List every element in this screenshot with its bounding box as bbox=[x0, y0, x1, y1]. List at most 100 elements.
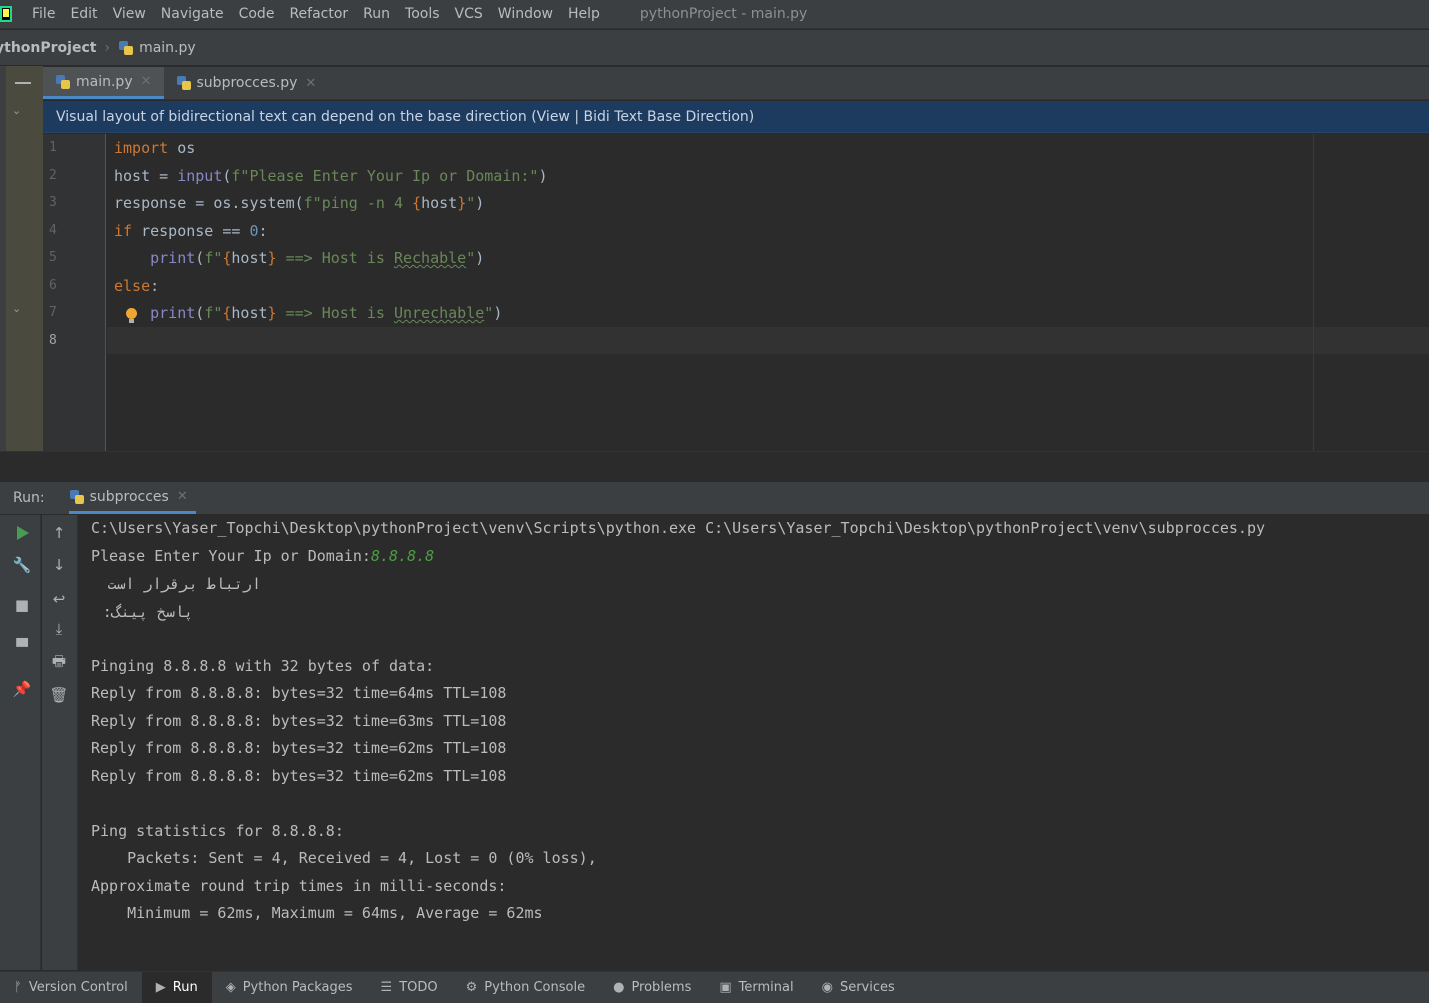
breadcrumb-file[interactable]: main.py bbox=[118, 40, 196, 56]
console-line: Reply from 8.8.8.8: bytes=32 time=63ms T… bbox=[91, 712, 507, 730]
python-file-icon bbox=[176, 75, 192, 91]
code-line-6: else: bbox=[114, 277, 160, 295]
stop-icon[interactable]: ■ bbox=[12, 595, 32, 615]
fold-chevron-icon[interactable]: ⌄ bbox=[12, 302, 21, 315]
menu-vcs[interactable]: VCS bbox=[455, 6, 483, 22]
python-file-icon bbox=[118, 40, 134, 56]
console-line-persian: ارتباط برقرار است bbox=[107, 575, 261, 593]
run-panel-label: Run: bbox=[13, 490, 45, 506]
breadcrumb-project[interactable]: ythonProject bbox=[0, 40, 96, 56]
rerun-play-icon[interactable] bbox=[13, 523, 33, 543]
code-line-4: if response == 0: bbox=[114, 222, 268, 240]
info-icon: ● bbox=[613, 980, 625, 995]
run-console-output[interactable]: C:\Users\Yaser_Topchi\Desktop\pythonProj… bbox=[79, 515, 1429, 970]
arrow-up-icon[interactable]: ↑ bbox=[49, 523, 69, 543]
console-line: Packets: Sent = 4, Received = 4, Lost = … bbox=[91, 849, 597, 867]
close-icon[interactable]: ✕ bbox=[305, 76, 316, 91]
console-user-input: 8.8.8.8 bbox=[370, 547, 435, 565]
current-line-highlight bbox=[107, 327, 1429, 354]
tab-main-py[interactable]: main.py ✕ bbox=[43, 67, 164, 99]
line-number: 8 bbox=[49, 333, 57, 348]
play-icon: ▶ bbox=[155, 980, 166, 995]
list-icon: ☰ bbox=[380, 980, 393, 995]
menu-window[interactable]: Window bbox=[498, 6, 553, 22]
run-toolbar-primary: 🔧 ■ ▀ 📌 bbox=[0, 515, 41, 970]
menu-help[interactable]: Help bbox=[568, 6, 600, 22]
pin-icon[interactable]: 📌 bbox=[12, 679, 32, 699]
wrench-icon[interactable]: 🔧 bbox=[12, 555, 32, 575]
navigation-bar: ythonProject › main.py bbox=[0, 30, 1429, 66]
pycharm-logo-icon bbox=[0, 6, 12, 22]
soft-wrap-icon[interactable]: ↩ bbox=[49, 589, 69, 609]
tool-window-bar: ᚠ Version Control ▶ Run ◈ Python Packages ☰… bbox=[0, 971, 1429, 1003]
breadcrumb-separator-icon: › bbox=[104, 39, 111, 56]
tab-subprocces-py[interactable]: subprocces.py ✕ bbox=[164, 67, 329, 99]
run-toolbar-secondary: ↑ ↓ ↩ ⤓ 🖶 🗑 bbox=[42, 515, 78, 970]
notification-text: Visual layout of bidirectional text can … bbox=[56, 108, 755, 125]
terminal-button[interactable]: ▣ Terminal bbox=[705, 972, 807, 1003]
code-line-2: host = input(f"Please Enter Your Ip or D… bbox=[114, 167, 548, 185]
close-icon[interactable]: ✕ bbox=[141, 74, 152, 89]
menu-tools[interactable]: Tools bbox=[405, 6, 440, 22]
run-button[interactable]: ▶ Run bbox=[141, 971, 212, 1003]
window-title: pythonProject - main.py bbox=[639, 6, 808, 22]
console-line: Please Enter Your Ip or Domain:8.8.8.8 bbox=[91, 547, 435, 565]
code-content: import os host = input(f"Please Enter Yo… bbox=[114, 134, 547, 322]
menu-refactor[interactable]: Refactor bbox=[289, 6, 348, 22]
console-line: Ping statistics for 8.8.8.8: bbox=[91, 822, 344, 840]
close-icon[interactable]: ✕ bbox=[177, 489, 188, 504]
todo-button[interactable]: ☰ TODO bbox=[367, 972, 452, 1003]
tab-label: subprocces.py bbox=[196, 75, 298, 91]
code-line-5: print(f"{host} ==> Host is Rechable") bbox=[150, 249, 485, 267]
breadcrumb-file-label: main.py bbox=[139, 39, 196, 56]
menu-file[interactable]: File bbox=[32, 6, 55, 22]
version-control-button[interactable]: ᚠ Version Control bbox=[0, 972, 142, 1003]
menu-navigate[interactable]: Navigate bbox=[161, 6, 224, 22]
panel-splitter[interactable] bbox=[0, 451, 1429, 481]
console-line: C:\Users\Yaser_Topchi\Desktop\pythonProj… bbox=[91, 519, 1265, 537]
run-tab-subprocces[interactable]: subprocces ✕ bbox=[68, 482, 196, 514]
print-icon[interactable]: 🖶 bbox=[49, 652, 69, 673]
collapse-minus-icon[interactable] bbox=[15, 82, 31, 84]
menu-view[interactable]: View bbox=[113, 6, 146, 22]
arrow-down-icon[interactable]: ↓ bbox=[49, 555, 69, 575]
console-line: Minimum = 62ms, Maximum = 64ms, Average … bbox=[91, 904, 543, 922]
menu-run[interactable]: Run bbox=[363, 6, 390, 22]
console-line: Pinging 8.8.8.8 with 32 bytes of data: bbox=[91, 657, 435, 675]
console-line: Reply from 8.8.8.8: bytes=32 time=64ms T… bbox=[91, 684, 507, 702]
menu-bar: File Edit View Navigate Code Refactor Ru… bbox=[0, 0, 1429, 29]
run-panel-header: Run: subprocces ✕ bbox=[0, 482, 1429, 514]
line-number: 2 bbox=[49, 168, 57, 183]
line-number: 1 bbox=[49, 140, 57, 155]
problems-button[interactable]: ● Problems bbox=[599, 972, 705, 1003]
line-number: 3 bbox=[49, 195, 57, 210]
line-number: 7 bbox=[49, 305, 57, 320]
scroll-to-end-icon[interactable]: ⤓ bbox=[49, 619, 69, 639]
line-number: 4 bbox=[49, 223, 57, 238]
services-button[interactable]: ◉ Services bbox=[808, 972, 909, 1003]
terminal-icon: ▣ bbox=[719, 980, 732, 995]
trash-icon[interactable]: 🗑 bbox=[49, 685, 69, 705]
services-icon: ◉ bbox=[821, 980, 833, 995]
fold-chevron-icon[interactable]: ⌄ bbox=[12, 104, 21, 117]
console-line: Approximate round trip times in milli-se… bbox=[91, 877, 507, 895]
line-number: 6 bbox=[49, 278, 57, 293]
python-console-button[interactable]: ⚙ Python Console bbox=[452, 972, 599, 1003]
python-packages-button[interactable]: ◈ Python Packages bbox=[212, 972, 367, 1003]
line-number-gutter: 1 2 3 4 5 6 7 8 bbox=[43, 134, 106, 451]
console-line: Reply from 8.8.8.8: bytes=32 time=62ms T… bbox=[91, 739, 507, 757]
python-file-icon bbox=[69, 489, 85, 505]
python-icon: ⚙ bbox=[465, 980, 478, 995]
menu-code[interactable]: Code bbox=[239, 6, 275, 22]
console-line-persian: پاسخ پینگ: bbox=[102, 603, 193, 621]
branch-icon: ᚠ bbox=[14, 980, 22, 995]
menu-edit[interactable]: Edit bbox=[70, 6, 97, 22]
code-editor[interactable]: 1 2 3 4 5 6 7 8 import os host = input(f… bbox=[43, 134, 1429, 451]
editor-tabs: main.py ✕ subprocces.py ✕ bbox=[43, 67, 1429, 100]
bidi-notification-banner: Visual layout of bidirectional text can … bbox=[43, 101, 1429, 133]
layout-icon[interactable]: ▀ bbox=[12, 637, 32, 657]
structure-strip bbox=[6, 66, 43, 478]
code-line-1: import os bbox=[114, 139, 196, 157]
tab-label: main.py bbox=[76, 73, 133, 90]
code-line-7: print(f"{host} ==> Host is Unrechable") bbox=[150, 304, 503, 322]
